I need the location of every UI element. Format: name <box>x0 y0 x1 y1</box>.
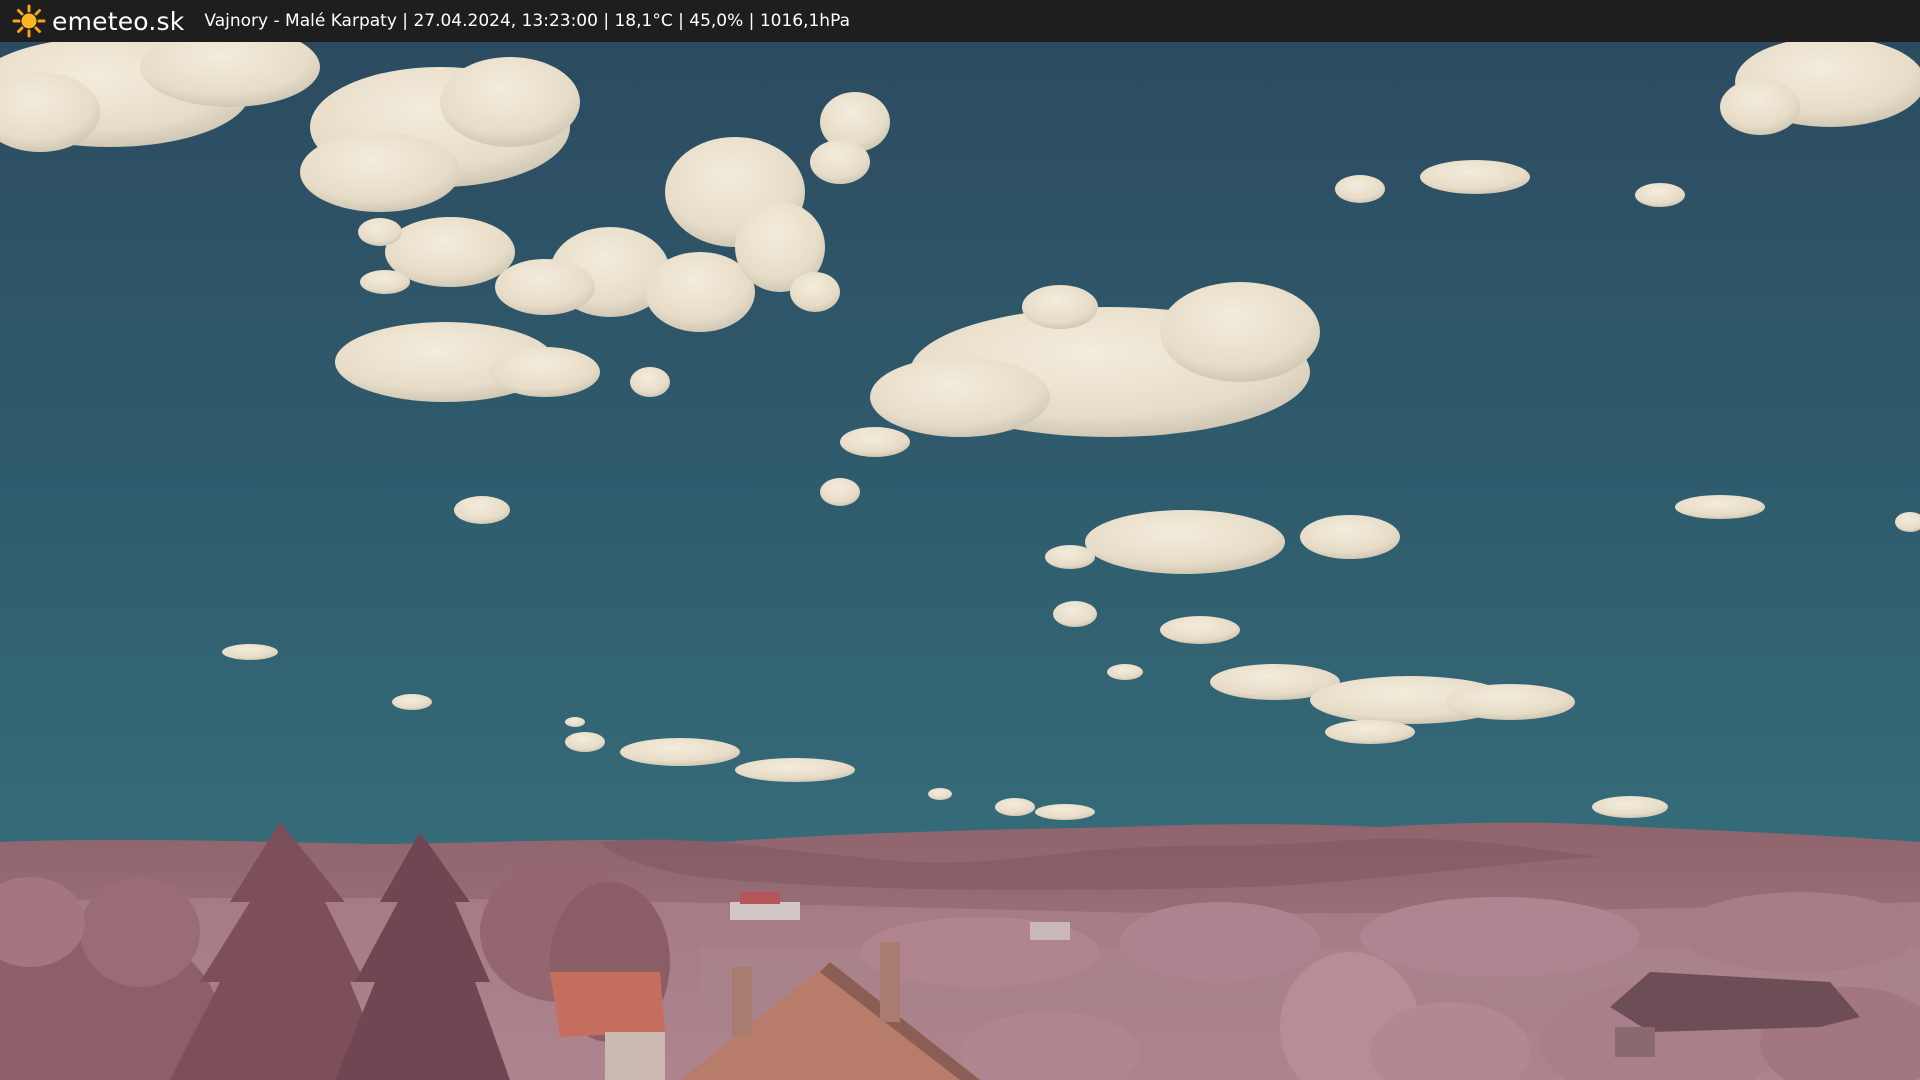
humidity-label: 45,0% <box>689 11 744 31</box>
brand-name: emeteo.sk <box>52 6 185 36</box>
top-bar: emeteo.sk Vajnory - Malé Karpaty | 27.04… <box>0 0 1920 42</box>
weather-info: Vajnory - Malé Karpaty | 27.04.2024, 13:… <box>204 11 850 31</box>
webcam-image <box>0 42 1920 1080</box>
sun-icon <box>12 4 46 38</box>
datetime-label: 27.04.2024, 13:23:00 <box>413 11 598 31</box>
brand-logo[interactable]: emeteo.sk <box>12 4 184 38</box>
temperature-label: 18,1°C <box>614 11 673 31</box>
pressure-label: 1016,1hPa <box>759 11 850 31</box>
location-label: Vajnory - Malé Karpaty <box>204 11 397 31</box>
